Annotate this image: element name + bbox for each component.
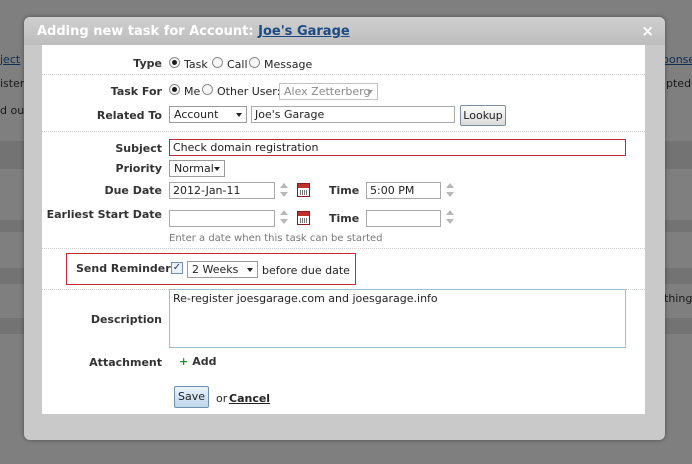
related-to-name-input[interactable]: Joe's Garage	[251, 106, 455, 123]
task-for-me-radio[interactable]	[169, 84, 180, 95]
other-user-select[interactable]: Alex Zetterberg	[279, 83, 378, 100]
priority-select[interactable]: Normal	[169, 160, 225, 177]
add-attachment-link[interactable]: + Add	[179, 355, 216, 368]
account-link[interactable]: Joe's Garage	[258, 24, 350, 39]
plus-icon: +	[179, 355, 189, 368]
subject-label: Subject	[115, 142, 162, 155]
earliest-start-hint: Enter a date when this task can be start…	[169, 233, 383, 244]
type-task-radio[interactable]	[169, 57, 180, 68]
calendar-icon[interactable]	[297, 183, 310, 197]
earliest-start-spinner-icon[interactable]	[280, 209, 290, 227]
earliest-start-input[interactable]	[169, 210, 275, 227]
dialog-title: Adding new task for Account: Joe's Garag…	[37, 24, 350, 39]
attachment-label: Attachment	[89, 356, 162, 369]
save-button[interactable]: Save	[174, 386, 209, 408]
due-time-label: Time	[329, 184, 360, 197]
subject-input[interactable]: Check domain registration	[169, 139, 626, 156]
close-icon[interactable]: ×	[641, 22, 654, 40]
reminder-suffix: before due date	[262, 264, 350, 277]
task-for-other-label: Other User:	[217, 85, 281, 98]
type-call-radio[interactable]	[212, 57, 223, 68]
due-date-spinner-icon[interactable]	[280, 182, 290, 200]
task-for-me-label: Me	[184, 85, 201, 98]
description-label: Description	[90, 313, 162, 326]
lookup-button[interactable]: Lookup	[460, 105, 506, 126]
priority-label: Priority	[115, 162, 162, 175]
add-task-dialog: Adding new task for Account: Joe's Garag…	[24, 17, 665, 440]
calendar-icon[interactable]	[297, 211, 310, 225]
add-attachment-label: Add	[192, 355, 217, 368]
earliest-time-spinner-icon[interactable]	[446, 209, 456, 227]
cancel-link[interactable]: Cancel	[229, 392, 270, 405]
send-reminder-label: Send Reminder	[76, 262, 171, 275]
due-time-input[interactable]: 5:00 PM	[366, 182, 441, 199]
description-textarea[interactable]: Re-register joesgarage.com and joesgarag…	[169, 289, 626, 348]
type-message-radio[interactable]	[249, 57, 260, 68]
divider	[42, 248, 645, 249]
due-time-spinner-icon[interactable]	[446, 182, 456, 200]
type-task-label: Task	[184, 58, 208, 71]
due-date-label: Due Date	[104, 184, 162, 197]
related-to-label: Related To	[96, 109, 162, 122]
earliest-start-label: Earliest Start Date	[46, 208, 162, 221]
dialog-title-prefix: Adding new task for Account:	[37, 24, 254, 39]
type-message-label: Message	[264, 58, 313, 71]
divider	[42, 131, 645, 132]
task-for-label: Task For	[110, 85, 162, 98]
earliest-time-label: Time	[329, 212, 360, 225]
type-call-label: Call	[227, 58, 248, 71]
due-date-input[interactable]: 2012-Jan-11	[169, 182, 275, 199]
related-to-type-select[interactable]: Account	[169, 106, 247, 123]
dialog-body: Type Task Call Message Task For Me Other…	[42, 45, 645, 414]
task-for-other-radio[interactable]	[202, 84, 213, 95]
type-label: Type	[133, 57, 162, 70]
earliest-time-input[interactable]	[366, 210, 441, 227]
reminder-period-select[interactable]: 2 Weeks	[187, 261, 258, 278]
check-icon[interactable]: ✓	[171, 262, 183, 274]
dialog-titlebar: Adding new task for Account: Joe's Garag…	[24, 17, 665, 45]
or-text: or	[216, 392, 228, 405]
divider	[42, 74, 645, 75]
